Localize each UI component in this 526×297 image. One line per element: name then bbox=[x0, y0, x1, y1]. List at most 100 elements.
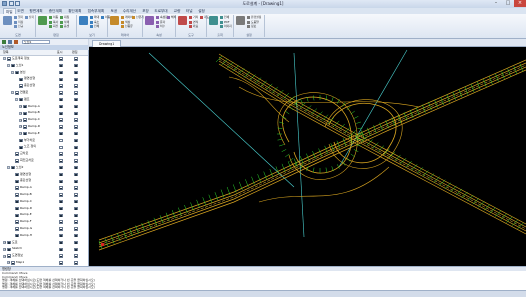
edit-checkbox[interactable] bbox=[74, 84, 78, 88]
tree-row[interactable]: + Ramp-A bbox=[0, 104, 88, 110]
ribbon-large-icon[interactable] bbox=[209, 16, 218, 25]
ribbon-large-icon[interactable] bbox=[178, 16, 187, 25]
visible-checkbox[interactable] bbox=[59, 233, 63, 238]
edit-checkbox[interactable] bbox=[74, 186, 78, 190]
expand-toggle[interactable]: + bbox=[7, 261, 10, 265]
expand-toggle[interactable]: + bbox=[19, 111, 22, 115]
edit-checkbox[interactable] bbox=[74, 63, 78, 68]
tree-row[interactable]: + Ramp-D bbox=[0, 124, 88, 130]
edit-checkbox[interactable] bbox=[74, 179, 78, 184]
node-checkbox[interactable] bbox=[7, 57, 11, 61]
edit-checkbox[interactable] bbox=[74, 118, 78, 122]
ribbon-button[interactable]: 치수 bbox=[156, 25, 165, 28]
visible-checkbox[interactable] bbox=[59, 206, 63, 211]
visible-checkbox[interactable] bbox=[59, 159, 63, 163]
expand-toggle[interactable]: + bbox=[19, 132, 22, 136]
node-checkbox[interactable] bbox=[19, 145, 23, 150]
node-checkbox[interactable] bbox=[15, 227, 19, 231]
node-checkbox[interactable] bbox=[15, 213, 19, 218]
edit-checkbox[interactable] bbox=[74, 77, 78, 82]
node-checkbox[interactable] bbox=[19, 97, 23, 102]
ribbon-button[interactable]: 정보 bbox=[247, 25, 256, 28]
tree-row[interactable]: 노즈 정의 bbox=[0, 144, 88, 150]
node-checkbox[interactable] bbox=[23, 118, 27, 122]
expand-toggle[interactable]: + bbox=[3, 240, 6, 244]
expand-toggle[interactable]: - bbox=[15, 98, 18, 102]
node-checkbox[interactable] bbox=[7, 247, 11, 252]
tree-row[interactable]: + 도면정보 bbox=[0, 253, 88, 259]
visible-checkbox[interactable] bbox=[59, 240, 63, 245]
minimize-button[interactable]: – bbox=[490, 0, 502, 7]
ribbon-button[interactable]: 회전 bbox=[49, 25, 58, 28]
tree-row[interactable]: + Ramp-E bbox=[0, 131, 88, 137]
node-checkbox[interactable] bbox=[15, 233, 19, 238]
drawing-canvas[interactable] bbox=[89, 47, 526, 266]
node-checkbox[interactable] bbox=[23, 111, 27, 116]
node-checkbox[interactable] bbox=[15, 186, 19, 190]
node-checkbox[interactable] bbox=[15, 91, 19, 95]
visible-checkbox[interactable] bbox=[59, 138, 63, 143]
node-checkbox[interactable] bbox=[23, 125, 27, 129]
tree-row[interactable]: 종단선형 bbox=[0, 178, 88, 184]
edit-checkbox[interactable] bbox=[74, 138, 78, 143]
tree-row[interactable]: Ramp-E bbox=[0, 212, 88, 218]
edit-checkbox[interactable] bbox=[74, 131, 78, 136]
save-quick-icon[interactable] bbox=[9, 1, 14, 6]
visible-checkbox[interactable] bbox=[59, 165, 63, 170]
ribbon-large-icon[interactable] bbox=[145, 16, 154, 25]
ribbon-large-icon[interactable] bbox=[236, 16, 245, 25]
maximize-button[interactable]: □ bbox=[502, 0, 514, 7]
visible-checkbox[interactable] bbox=[59, 247, 63, 252]
node-checkbox[interactable] bbox=[7, 240, 11, 245]
refresh-icon[interactable] bbox=[2, 40, 6, 44]
tree-row[interactable]: Ramp-B bbox=[0, 192, 88, 198]
edit-checkbox[interactable] bbox=[74, 213, 78, 218]
expand-toggle[interactable]: + bbox=[3, 247, 6, 251]
visible-checkbox[interactable] bbox=[59, 104, 63, 109]
edit-checkbox[interactable] bbox=[74, 152, 78, 156]
edit-checkbox[interactable] bbox=[74, 125, 78, 129]
expand-toggle[interactable]: + bbox=[19, 118, 22, 122]
document-tab[interactable]: Drawing1 bbox=[92, 40, 122, 47]
visible-checkbox[interactable] bbox=[59, 125, 63, 129]
ribbon-large-icon[interactable] bbox=[79, 16, 88, 25]
visible-checkbox[interactable] bbox=[59, 111, 63, 116]
edit-checkbox[interactable] bbox=[74, 91, 78, 95]
edit-checkbox[interactable] bbox=[74, 206, 78, 211]
edit-checkbox[interactable] bbox=[74, 70, 78, 75]
visible-checkbox[interactable] bbox=[59, 193, 63, 197]
edit-checkbox[interactable] bbox=[74, 97, 78, 102]
edit-checkbox[interactable] bbox=[74, 104, 78, 109]
settings-icon[interactable] bbox=[8, 40, 12, 44]
node-checkbox[interactable] bbox=[15, 172, 19, 177]
expand-toggle[interactable]: - bbox=[7, 166, 10, 170]
node-checkbox[interactable] bbox=[19, 84, 23, 88]
node-checkbox[interactable] bbox=[15, 193, 19, 197]
node-checkbox[interactable] bbox=[23, 104, 27, 109]
ribbon-button[interactable]: 닫기 bbox=[25, 16, 34, 19]
node-checkbox[interactable] bbox=[11, 63, 15, 68]
node-checkbox[interactable] bbox=[15, 206, 19, 211]
edit-checkbox[interactable] bbox=[74, 254, 78, 258]
visible-checkbox[interactable] bbox=[59, 199, 63, 204]
tree-row[interactable]: - 연결로 bbox=[0, 90, 88, 96]
visible-checkbox[interactable] bbox=[59, 77, 63, 82]
ribbon-button[interactable]: 전체 bbox=[90, 25, 99, 28]
node-checkbox[interactable] bbox=[11, 165, 15, 170]
ribbon-button[interactable]: 좌표 bbox=[189, 25, 198, 28]
app-menu-icon[interactable] bbox=[2, 1, 7, 6]
visible-checkbox[interactable] bbox=[59, 91, 63, 95]
tree-row[interactable]: - 노선2 bbox=[0, 165, 88, 171]
edit-checkbox[interactable] bbox=[74, 57, 78, 61]
visible-checkbox[interactable] bbox=[59, 254, 63, 258]
tree-row[interactable]: 종단선형 bbox=[0, 83, 88, 89]
tree-row[interactable]: + Sketch bbox=[0, 246, 88, 252]
expand-toggle[interactable]: - bbox=[7, 64, 10, 68]
tree-row[interactable]: + Ramp-C bbox=[0, 117, 88, 123]
filter-icon[interactable] bbox=[14, 40, 18, 44]
tree-row[interactable]: 교차로 bbox=[0, 151, 88, 157]
visible-checkbox[interactable] bbox=[59, 220, 63, 224]
visible-checkbox[interactable] bbox=[59, 97, 63, 102]
node-checkbox[interactable] bbox=[19, 77, 23, 82]
visible-checkbox[interactable] bbox=[59, 227, 63, 231]
